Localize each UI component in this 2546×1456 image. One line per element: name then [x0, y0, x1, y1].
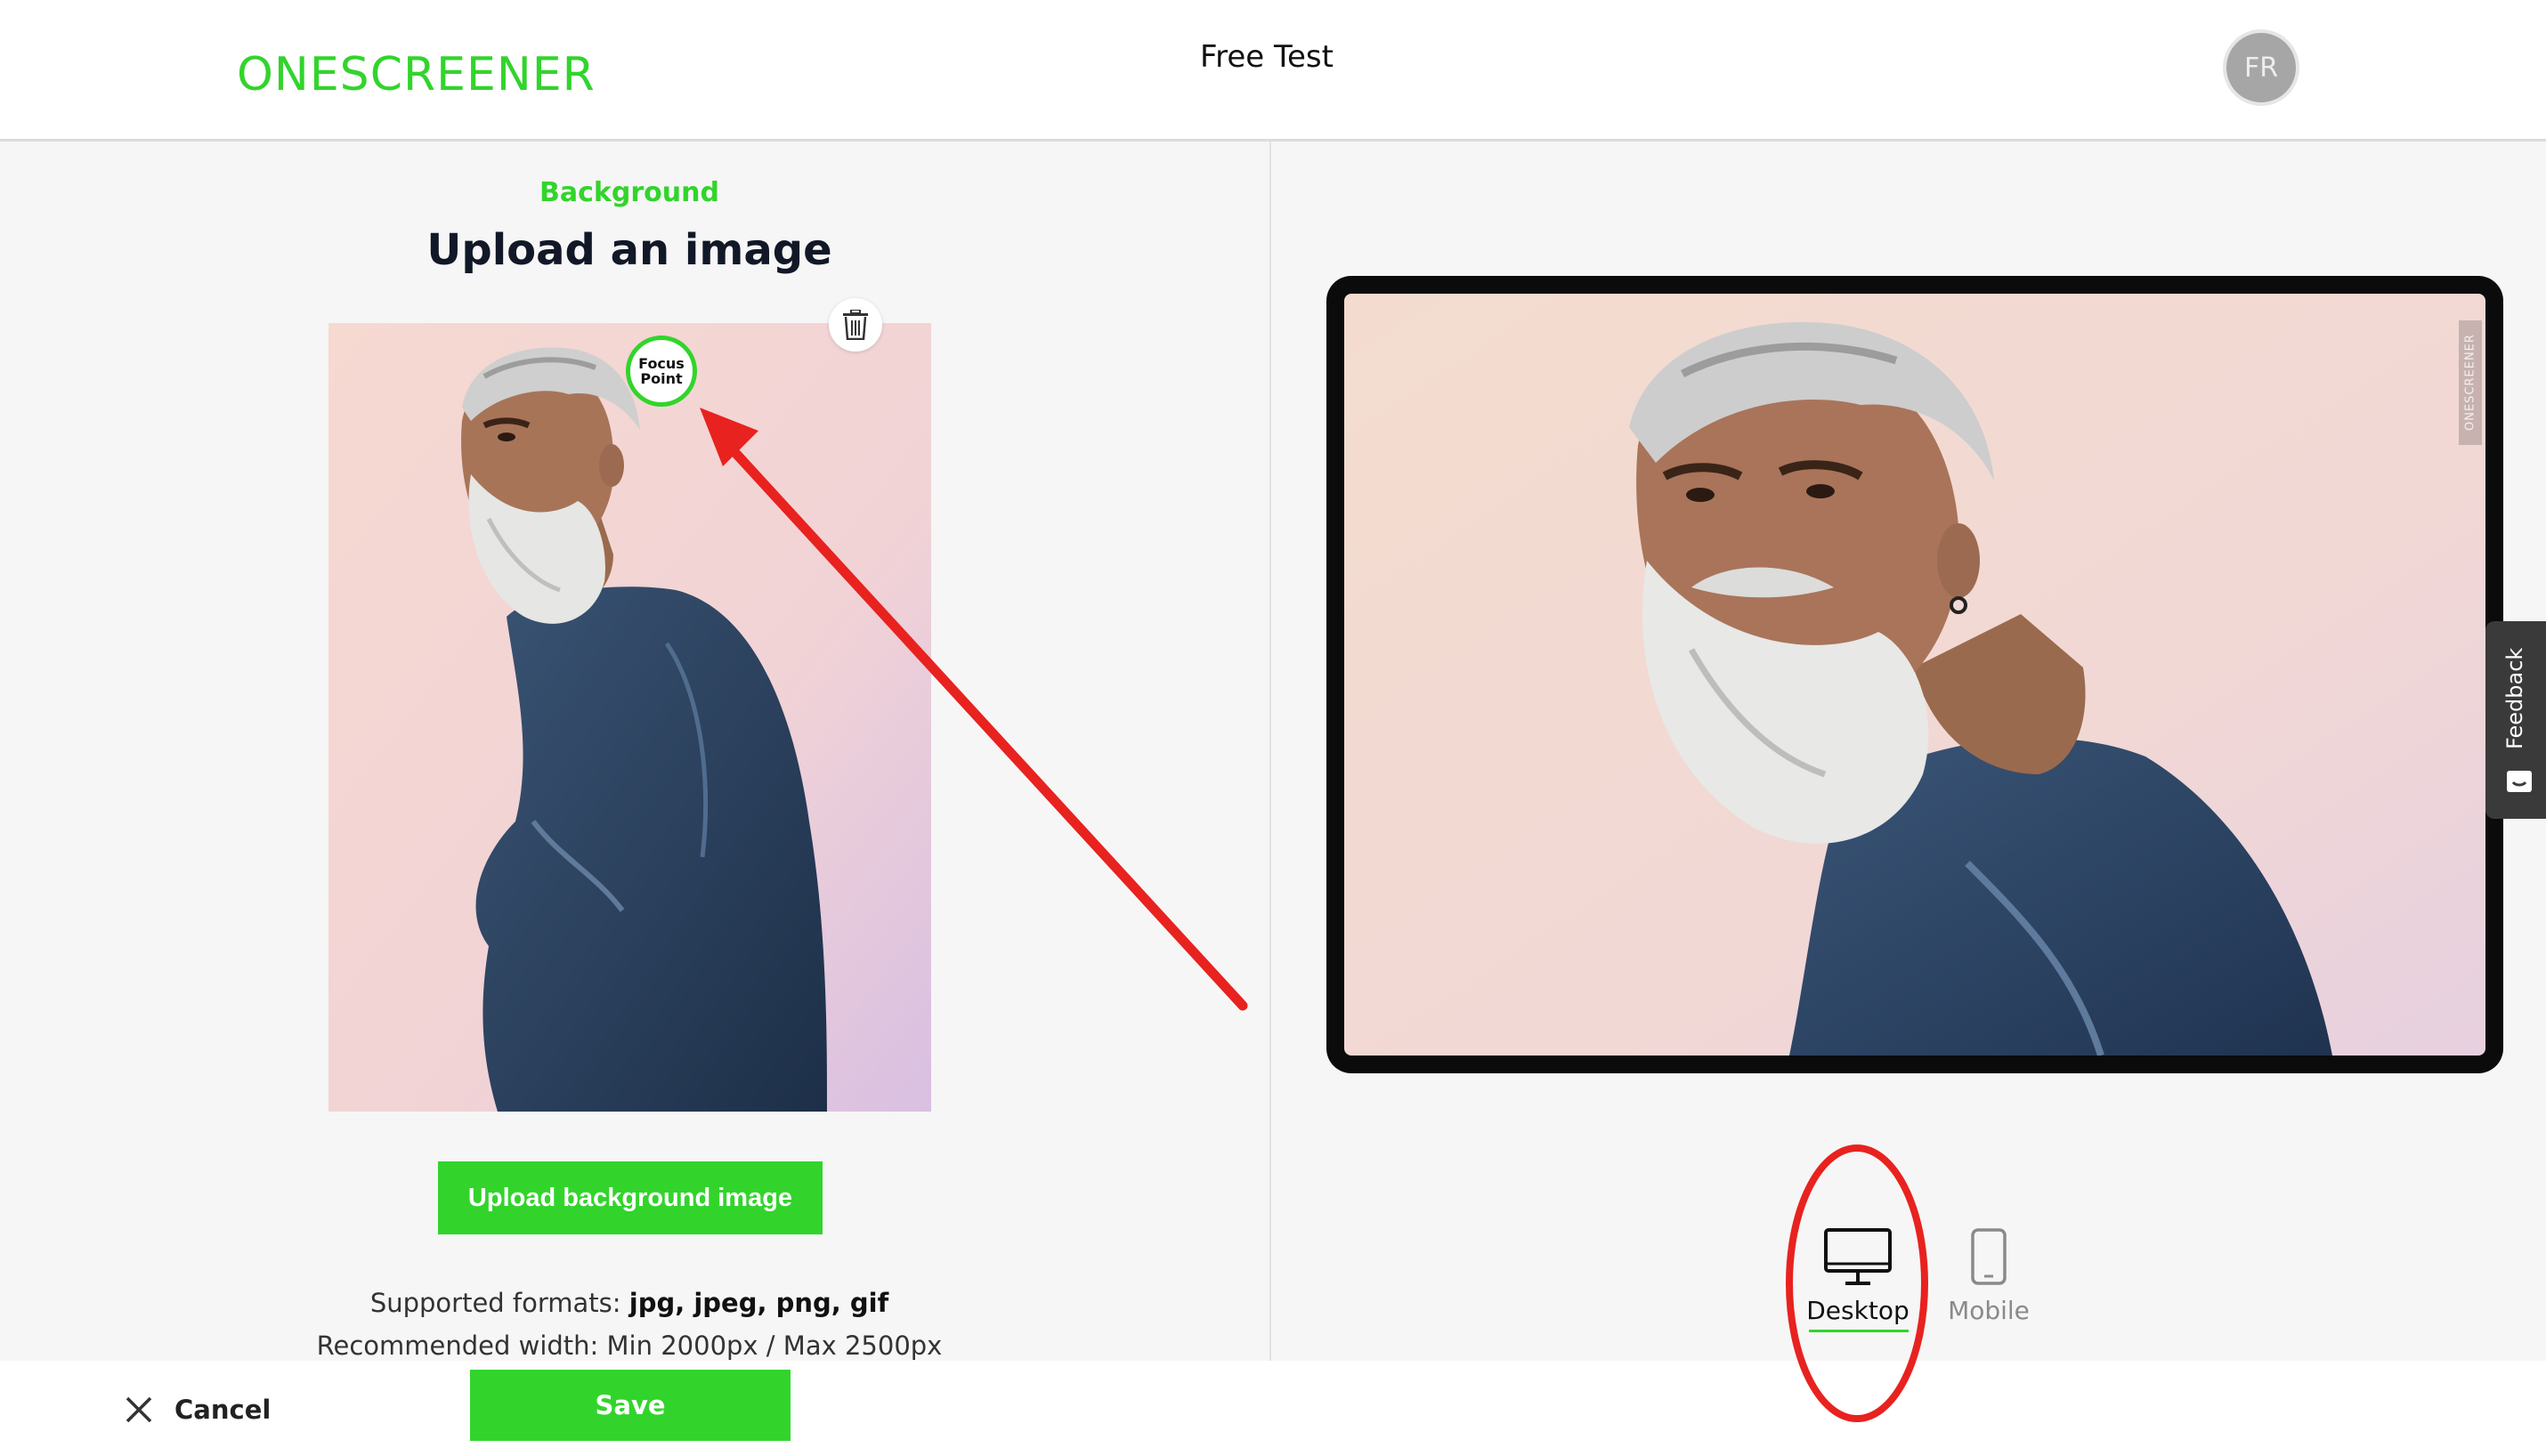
- background-image-preview[interactable]: [328, 323, 931, 1112]
- preview-photo: [1344, 294, 2485, 1056]
- focus-point-label-line2: Point: [640, 370, 683, 387]
- preview-screen: ONESCREENER: [1344, 294, 2485, 1056]
- desktop-selected-indicator: [1809, 1330, 1909, 1332]
- top-bar: ONESCREENER Free Test FR: [0, 0, 2546, 142]
- desktop-monitor-icon: [1824, 1228, 1892, 1285]
- desktop-preview-frame: ONESCREENER: [1326, 276, 2503, 1073]
- project-title: Free Test: [1200, 39, 1334, 75]
- desktop-view-toggle[interactable]: Desktop: [1805, 1226, 1910, 1335]
- app-logo[interactable]: ONESCREENER: [237, 48, 596, 101]
- mobile-phone-icon: [1971, 1228, 2007, 1285]
- cancel-button[interactable]: Cancel: [125, 1387, 271, 1432]
- bottom-action-bar: Cancel Save: [0, 1361, 2546, 1456]
- trash-icon: [843, 310, 868, 340]
- section-title: Upload an image: [426, 225, 832, 275]
- save-button[interactable]: Save: [470, 1370, 791, 1441]
- cancel-label: Cancel: [174, 1395, 272, 1425]
- delete-image-button[interactable]: [829, 298, 882, 352]
- user-avatar[interactable]: FR: [2223, 29, 2299, 106]
- feedback-label[interactable]: Feedback: [2497, 641, 2533, 756]
- supported-formats: Supported formats: jpg, jpeg, png, gif: [0, 1288, 1259, 1318]
- upload-background-image-button[interactable]: Upload background image: [438, 1161, 823, 1234]
- focus-point-label-line1: Focus: [638, 355, 685, 372]
- section-label: Background: [539, 177, 719, 208]
- mobile-label: Mobile: [1948, 1296, 2030, 1325]
- supported-formats-values: jpg, jpeg, png, gif: [628, 1288, 889, 1318]
- focus-point-marker[interactable]: Focus Point: [626, 336, 697, 407]
- desktop-label: Desktop: [1806, 1296, 1910, 1325]
- mobile-view-toggle[interactable]: Mobile: [1935, 1226, 2042, 1335]
- portrait-photo: [328, 323, 931, 1112]
- recommended-width: Recommended width: Min 2000px / Max 2500…: [316, 1331, 943, 1361]
- preview-watermark: ONESCREENER: [2459, 320, 2482, 445]
- feedback-smiley-icon[interactable]: [2505, 767, 2534, 796]
- close-icon: [126, 1396, 152, 1423]
- supported-formats-label: Supported formats:: [369, 1288, 621, 1318]
